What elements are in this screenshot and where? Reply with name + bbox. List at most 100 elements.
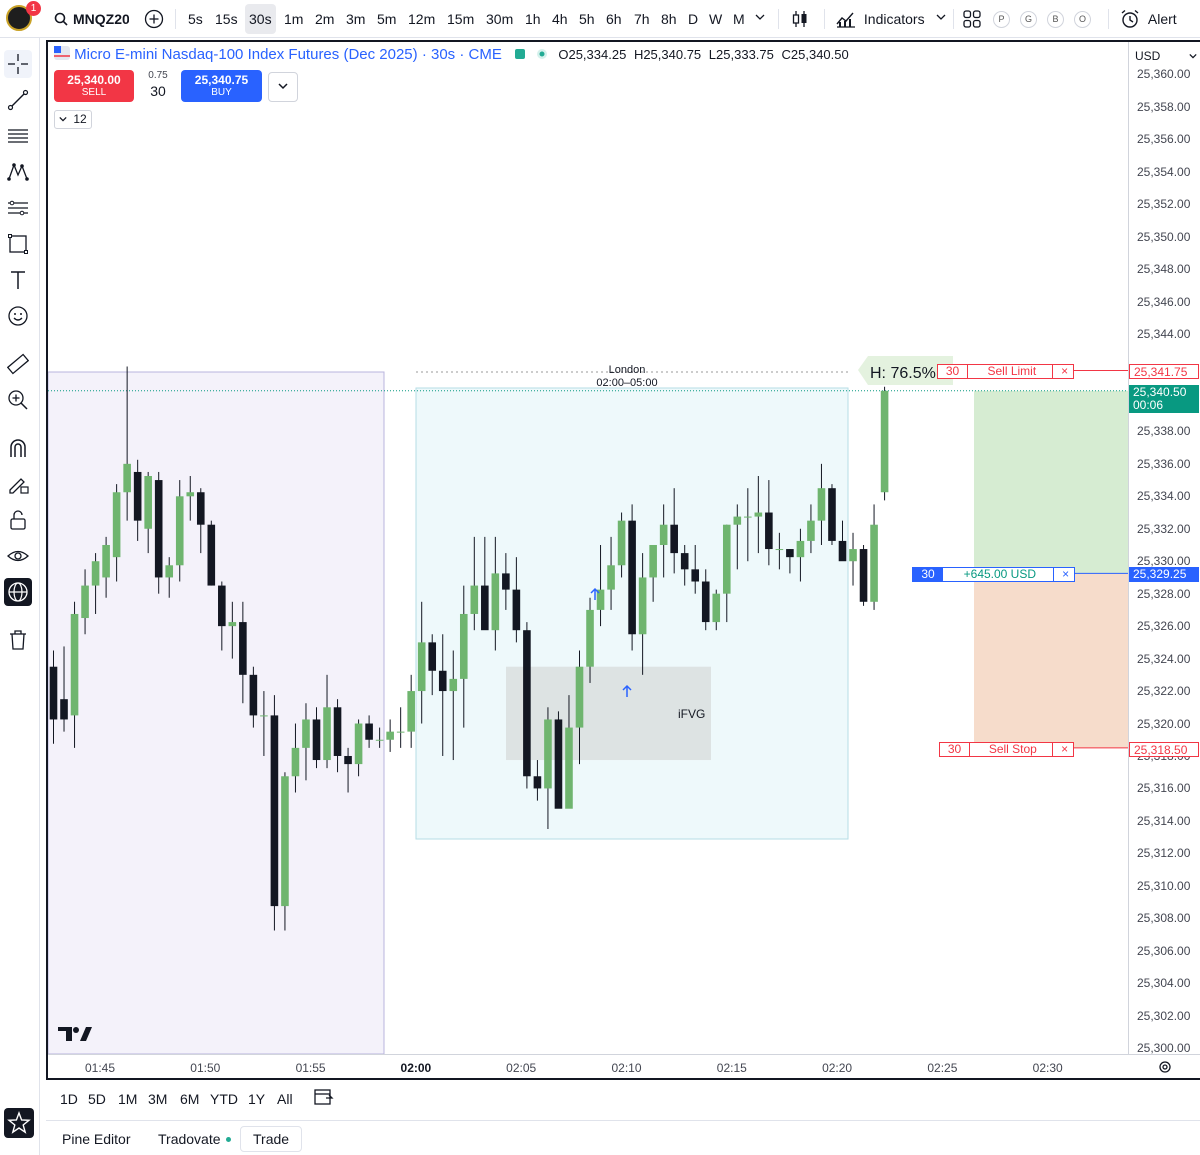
prediction-tool[interactable]	[4, 194, 32, 222]
stop-zone[interactable]	[974, 573, 1128, 748]
low-value: 25,333.75	[716, 47, 774, 62]
interval-30s[interactable]: 30s	[245, 4, 276, 34]
range-3m[interactable]: 3M	[148, 1091, 167, 1107]
indicators-label: Indicators	[863, 11, 925, 27]
sell-limit-price-tag: 25,341.75	[1129, 364, 1199, 379]
tab-pine-editor[interactable]: Pine Editor	[62, 1131, 130, 1147]
interval-4h[interactable]: 4h	[552, 0, 568, 38]
range-1m[interactable]: 1M	[118, 1091, 137, 1107]
interval-W[interactable]: W	[709, 0, 722, 38]
price-scale[interactable]: USD 25,360.00 25,358.00 25,356.00 25,354.00…	[1128, 42, 1200, 1054]
crosshair-tool[interactable]	[4, 50, 32, 78]
remove-drawings-tool[interactable]	[4, 626, 32, 654]
order-panel-dropdown[interactable]	[268, 72, 298, 102]
compare-symbol-button[interactable]	[144, 0, 164, 38]
pattern-tool[interactable]	[4, 158, 32, 186]
interval-7h[interactable]: 7h	[634, 0, 650, 38]
range-ytd[interactable]: YTD	[210, 1091, 238, 1107]
sell-limit-order[interactable]: 30 Sell Limit ×	[937, 364, 1074, 379]
time-tick-label: 02:00	[400, 1061, 432, 1075]
template-pill-g[interactable]: G	[1020, 11, 1037, 28]
interval-8h[interactable]: 8h	[661, 0, 677, 38]
price-tick-label: 25,350.00	[1137, 229, 1191, 244]
currency-label[interactable]: USD	[1135, 49, 1160, 63]
interval-5s[interactable]: 5s	[188, 0, 203, 38]
sell-button[interactable]: 25,340.00 SELL	[54, 70, 134, 102]
interval-6h[interactable]: 6h	[606, 0, 622, 38]
interval-dropdown[interactable]	[755, 0, 765, 38]
chart-pane[interactable]: London 02:00–05:00 iFVG H: 76.5%	[48, 42, 1128, 1054]
lock-drawings-tool[interactable]	[4, 506, 32, 534]
symbol-name[interactable]: MNQZ20	[73, 0, 129, 38]
price-tick-label: 25,304.00	[1137, 976, 1191, 991]
interval-1h[interactable]: 1h	[525, 0, 541, 38]
candle-body	[691, 569, 700, 582]
magnet-tool[interactable]	[4, 434, 32, 462]
template-pill-o[interactable]: O	[1074, 11, 1091, 28]
layouts-button[interactable]	[963, 0, 981, 38]
text-tool[interactable]	[4, 266, 32, 294]
sell-stop-order[interactable]: 30 Sell Stop ×	[939, 742, 1074, 757]
range-6m[interactable]: 6M	[180, 1091, 199, 1107]
quantity-value[interactable]: 30	[139, 83, 177, 99]
sell-price: 25,340.00	[67, 73, 121, 87]
interval-5h[interactable]: 5h	[579, 0, 595, 38]
interval-M[interactable]: M	[733, 0, 745, 38]
indicators-dropdown[interactable]	[936, 0, 946, 38]
trash-icon	[10, 630, 26, 650]
sell-stop-cancel[interactable]: ×	[1057, 743, 1073, 756]
range-1y[interactable]: 1Y	[248, 1091, 265, 1107]
price-chart[interactable]: London02:00–05:00 iFVG H: 76.5%	[48, 42, 1128, 1054]
symbol-description[interactable]: Micro E-mini Nasdaq-100 Index Futures (D…	[74, 46, 502, 63]
symbol-search[interactable]	[54, 0, 68, 38]
interval-30m[interactable]: 30m	[486, 0, 513, 38]
sell-limit-cancel[interactable]: ×	[1057, 365, 1073, 378]
interval-15m[interactable]: 15m	[447, 0, 474, 38]
range-1d[interactable]: 1D	[60, 1091, 78, 1107]
candle-body	[281, 776, 289, 907]
template-pill-p[interactable]: P	[993, 11, 1010, 28]
interval-3m[interactable]: 3m	[346, 0, 365, 38]
interval-12m[interactable]: 12m	[408, 0, 435, 38]
quantity-box[interactable]: 0.75 30	[139, 70, 177, 102]
range-all[interactable]: All	[277, 1091, 293, 1107]
hide-drawings-tool[interactable]	[4, 542, 32, 570]
candle-body	[333, 707, 342, 756]
target-zone[interactable]	[974, 390, 1128, 574]
tab-tradovate[interactable]: Tradovate	[158, 1131, 232, 1147]
object-tree-tool[interactable]	[4, 578, 32, 606]
measure-tool[interactable]	[4, 350, 32, 378]
search-icon	[54, 12, 68, 26]
tab-trade[interactable]: Trade	[240, 1126, 303, 1152]
position-close[interactable]: ×	[1058, 568, 1074, 581]
indicators-button[interactable]: Indicators	[836, 0, 925, 38]
range-5d[interactable]: 5D	[88, 1091, 106, 1107]
favorites-button[interactable]	[4, 1108, 34, 1138]
time-scale[interactable]: 01:45 01:50 01:55 02:00 02:05 02:10 02:15 02:20…	[48, 1054, 1200, 1078]
interval-2m[interactable]: 2m	[315, 0, 334, 38]
drawing-mode-tool[interactable]	[4, 470, 32, 498]
chart-type-button[interactable]	[791, 0, 809, 38]
position-line[interactable]: 30 +645.00 USD ×	[912, 567, 1075, 582]
interval-15s[interactable]: 15s	[215, 0, 238, 38]
goto-date-button[interactable]	[314, 1087, 334, 1110]
alert-button[interactable]: Alert	[1120, 0, 1177, 38]
candles-icon	[792, 11, 807, 27]
candle-body	[565, 727, 573, 809]
shape-tool[interactable]	[4, 230, 32, 258]
zoom-tool[interactable]	[4, 386, 32, 414]
candle-body	[239, 622, 247, 675]
position-price-tag: 25,329.25	[1129, 567, 1199, 582]
emoji-tool[interactable]	[4, 302, 32, 330]
candle-body	[870, 524, 878, 602]
buy-button[interactable]: 25,340.75 BUY	[181, 70, 262, 102]
indicator-collapse-button[interactable]: 12	[54, 110, 92, 129]
interval-5m[interactable]: 5m	[377, 0, 396, 38]
fib-tool[interactable]	[4, 122, 32, 150]
previous-session-box[interactable]	[48, 371, 385, 1054]
interval-D[interactable]: D	[688, 0, 698, 38]
template-pill-b[interactable]: B	[1047, 11, 1064, 28]
settings-gear-icon[interactable]	[1158, 1060, 1172, 1074]
interval-1m[interactable]: 1m	[284, 0, 303, 38]
trend-line-tool[interactable]	[4, 86, 32, 114]
